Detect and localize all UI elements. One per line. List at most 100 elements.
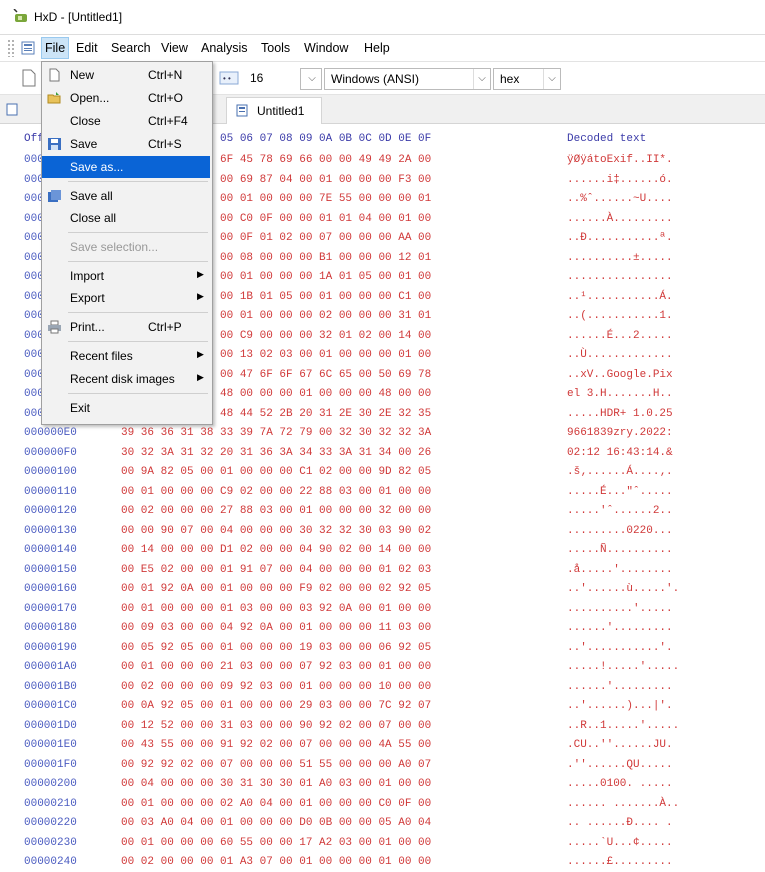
bytes-per-row-value[interactable]: 16: [250, 71, 263, 85]
row-offset: 000001B0: [24, 680, 77, 693]
row-decoded-text[interactable]: ..........'.....: [567, 603, 673, 615]
row-decoded-text[interactable]: ......'.........: [567, 681, 673, 693]
row-decoded-text[interactable]: .å.....'........: [567, 564, 673, 576]
row-offset: 000001E0: [24, 739, 77, 751]
row-decoded-text[interactable]: ...... .......À..: [567, 798, 679, 810]
row-decoded-text[interactable]: ......É...2.....: [567, 330, 673, 342]
row-hex-bytes[interactable]: 00 01 00 00 00 01 03 00 00 03 92 0A 00 0…: [121, 603, 431, 615]
hxd-app-icon: [13, 9, 27, 22]
row-decoded-text[interactable]: ......À.........: [567, 213, 673, 225]
charset-select[interactable]: Windows (ANSI) ⌵: [324, 68, 491, 90]
row-decoded-text[interactable]: .....'ˆ......2..: [567, 505, 673, 517]
row-decoded-text[interactable]: ......i‡......ó.: [567, 174, 673, 186]
row-hex-bytes[interactable]: 00 92 92 02 00 07 00 00 00 51 55 00 00 0…: [121, 759, 431, 771]
bytes-per-row-dropdown[interactable]: ⌵: [300, 68, 322, 90]
menu-save-as[interactable]: Save as...: [42, 156, 210, 178]
row-decoded-text[interactable]: .....HDR+ 1.0.25: [567, 408, 673, 420]
row-hex-bytes[interactable]: 00 0A 92 05 00 01 00 00 00 29 03 00 00 7…: [121, 700, 431, 712]
menu-tools[interactable]: Tools: [261, 41, 290, 55]
menu-file[interactable]: File: [41, 37, 70, 59]
menu-recent-files[interactable]: Recent files ▶: [42, 345, 210, 367]
menu-close-label: Close: [70, 114, 101, 128]
menu-save-selection-label: Save selection...: [70, 240, 159, 254]
row-decoded-text[interactable]: ......£.........: [567, 856, 673, 864]
row-hex-bytes[interactable]: 00 01 00 00 00 C9 02 00 00 22 88 03 00 0…: [121, 486, 431, 498]
row-hex-bytes[interactable]: 30 32 3A 31 32 20 31 36 3A 34 33 3A 31 3…: [121, 447, 431, 459]
row-decoded-text[interactable]: .....0100. .....: [567, 778, 673, 790]
row-hex-bytes[interactable]: 00 02 00 00 00 09 92 03 00 01 00 00 00 1…: [121, 681, 431, 693]
new-file-icon[interactable]: [18, 68, 40, 88]
offset-base-value: hex: [500, 72, 520, 86]
row-decoded-text[interactable]: ..R..1.....'.....: [567, 720, 679, 732]
row-decoded-text[interactable]: ..'......ù.....'.: [567, 583, 679, 595]
row-decoded-text[interactable]: .....`U...¢.....: [567, 837, 673, 849]
menu-new[interactable]: New Ctrl+N: [42, 64, 210, 86]
row-decoded-text[interactable]: ..xV..Google.Pix: [567, 369, 673, 381]
row-decoded-text[interactable]: ..'......)...|'.: [567, 700, 673, 712]
menu-print-label: Print...: [70, 320, 105, 334]
row-hex-bytes[interactable]: 00 01 92 0A 00 01 00 00 00 F9 02 00 00 0…: [121, 583, 431, 595]
row-decoded-text[interactable]: .š‚......Á....‚.: [567, 466, 673, 478]
row-hex-bytes[interactable]: 00 00 90 07 00 04 00 00 00 30 32 32 30 0…: [121, 525, 431, 537]
row-decoded-text[interactable]: ÿØÿátoExif..II*.: [567, 154, 673, 166]
row-hex-bytes[interactable]: 00 9A 82 05 00 01 00 00 00 C1 02 00 00 9…: [121, 466, 431, 478]
menu-open[interactable]: Open... Ctrl+O: [42, 87, 210, 109]
menu-edit[interactable]: Edit: [76, 41, 98, 55]
menu-exit[interactable]: Exit: [42, 397, 210, 419]
row-decoded-text[interactable]: ..Ù.............: [567, 349, 673, 361]
row-decoded-text[interactable]: .''......QU.....: [567, 759, 679, 771]
row-decoded-text[interactable]: 9661839zry.2022:: [567, 427, 673, 439]
row-decoded-text[interactable]: .........0220...: [567, 525, 673, 537]
row-hex-bytes[interactable]: 00 14 00 00 00 D1 02 00 00 04 90 02 00 1…: [121, 544, 431, 556]
row-hex-bytes[interactable]: 00 01 00 00 00 02 A0 04 00 01 00 00 00 C…: [121, 798, 431, 810]
menu-recent-disk-images[interactable]: Recent disk images ▶: [42, 368, 210, 390]
menu-save[interactable]: Save Ctrl+S: [42, 133, 210, 155]
row-decoded-text[interactable]: ................: [567, 271, 673, 283]
menu-print[interactable]: Print... Ctrl+P: [42, 316, 210, 338]
row-decoded-text[interactable]: .....!.....'.....: [567, 661, 679, 673]
menu-import[interactable]: Import ▶: [42, 265, 210, 287]
menu-view[interactable]: View: [161, 41, 188, 55]
row-hex-bytes[interactable]: 00 02 00 00 00 27 88 03 00 01 00 00 00 3…: [121, 505, 431, 517]
row-decoded-text[interactable]: ..(...........1.: [567, 310, 673, 322]
menu-save-all[interactable]: Save all: [42, 185, 210, 207]
row-hex-bytes[interactable]: 39 36 36 31 38 33 39 7A 72 79 00 32 30 3…: [121, 427, 431, 439]
menu-window[interactable]: Window: [304, 41, 348, 55]
row-decoded-text[interactable]: .CU..''......JU.: [567, 739, 673, 751]
row-hex-bytes[interactable]: 00 09 03 00 00 04 92 0A 00 01 00 00 00 1…: [121, 622, 431, 634]
row-hex-bytes[interactable]: 00 03 A0 04 00 01 00 00 00 D0 0B 00 00 0…: [121, 817, 431, 829]
menu-analysis[interactable]: Analysis: [201, 41, 248, 55]
row-hex-bytes[interactable]: 00 12 52 00 00 31 03 00 00 90 92 02 00 0…: [121, 720, 431, 732]
row-decoded-text[interactable]: .....Ñ..........: [567, 544, 673, 556]
row-decoded-text[interactable]: ..........±.....: [567, 252, 673, 264]
menu-save-shortcut: Ctrl+S: [148, 137, 182, 151]
row-decoded-text[interactable]: .. ......Ð.... .: [567, 817, 673, 829]
row-hex-bytes[interactable]: 00 05 92 05 00 01 00 00 00 19 03 00 00 0…: [121, 642, 431, 654]
menu-help[interactable]: Help: [364, 41, 390, 55]
row-hex-bytes[interactable]: 00 E5 02 00 00 01 91 07 00 04 00 00 00 0…: [121, 564, 431, 576]
row-decoded-text[interactable]: 02:12 16:43:14.&: [567, 447, 673, 459]
menu-close-all[interactable]: Close all: [42, 207, 210, 229]
row-decoded-text[interactable]: ......'.........: [567, 622, 673, 634]
row-hex-bytes[interactable]: 00 01 00 00 00 60 55 00 00 17 A2 03 00 0…: [121, 837, 431, 849]
row-hex-bytes[interactable]: 00 04 00 00 00 30 31 30 30 01 A0 03 00 0…: [121, 778, 431, 790]
offset-base-select[interactable]: hex ⌵: [493, 68, 561, 90]
row-offset: 00000120: [24, 505, 77, 517]
menu-close[interactable]: Close Ctrl+F4: [42, 110, 210, 132]
row-offset: 000000E0: [24, 427, 77, 439]
tabs-icon: [6, 103, 18, 116]
row-decoded-text[interactable]: ..¹...........Á.: [567, 291, 673, 303]
row-decoded-text[interactable]: .....É..."ˆ.....: [567, 486, 673, 498]
document-icon[interactable]: [21, 41, 35, 55]
tab-untitled1[interactable]: Untitled1: [226, 97, 322, 124]
row-decoded-text[interactable]: ..%ˆ......~U....: [567, 193, 673, 205]
row-decoded-text[interactable]: ..Ð...........ª.: [567, 232, 673, 244]
row-decoded-text[interactable]: ..'...........'.: [567, 642, 673, 654]
row-hex-bytes[interactable]: 00 43 55 00 00 91 92 02 00 07 00 00 00 4…: [121, 739, 431, 751]
row-decoded-text[interactable]: el 3.H.......H..: [567, 388, 673, 400]
menu-export[interactable]: Export ▶: [42, 287, 210, 309]
row-hex-bytes[interactable]: 00 02 00 00 00 01 A3 07 00 01 00 00 00 0…: [121, 856, 431, 864]
row-hex-bytes[interactable]: 00 01 00 00 00 21 03 00 00 07 92 03 00 0…: [121, 661, 431, 673]
row-offset: 00000190: [24, 641, 77, 654]
menu-search[interactable]: Search: [111, 41, 151, 55]
